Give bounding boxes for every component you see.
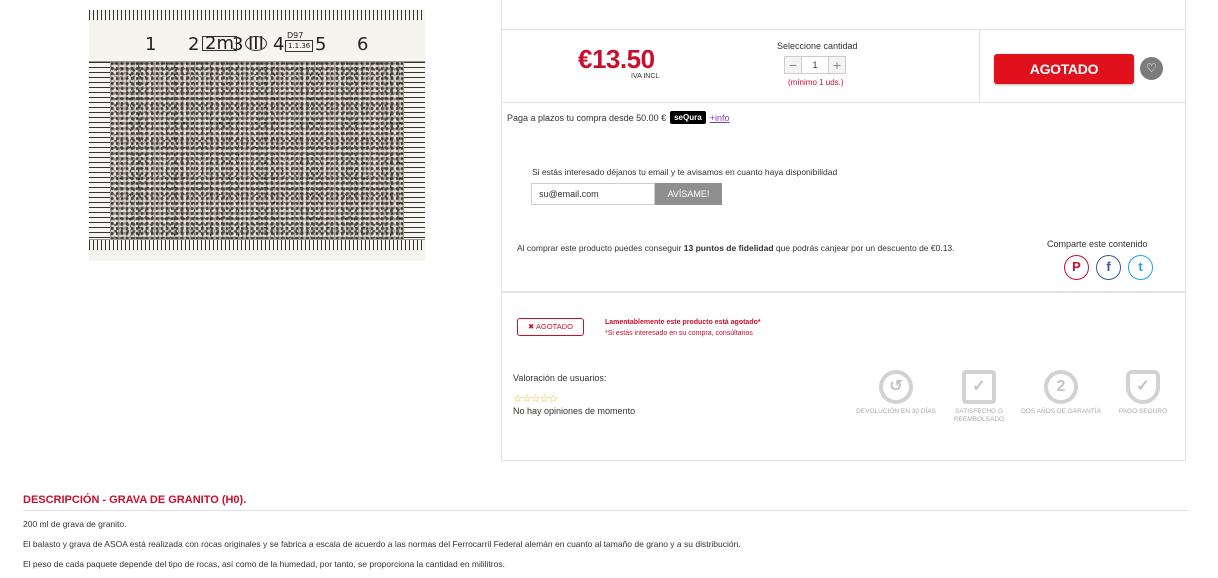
trust-label: PAGO SEGURO — [1118, 408, 1168, 415]
fidelity-prefix: Al comprar este producto puedes consegui… — [517, 243, 684, 253]
ruler-number: 6 — [357, 34, 369, 55]
notify-form: su@email.com AVÍSAME! — [531, 183, 722, 205]
close-icon: ✖ — [528, 322, 536, 331]
return-icon: ↺ — [879, 370, 913, 404]
ruler-number: 2 — [188, 34, 200, 55]
quantity-decrease-button[interactable]: − — [784, 56, 802, 74]
price-row: €13.50 IVA INCL Seleccione cantidad − 1 … — [502, 30, 1185, 103]
quantity-increase-button[interactable]: + — [828, 56, 846, 74]
description-divider — [23, 510, 1188, 511]
trust-refund: ✓ SATISFECHO O REEMBOLSADO — [939, 370, 1019, 424]
notify-text: Si estás interesado déjanos tu email y t… — [532, 167, 838, 177]
purchase-panel: €13.50 IVA INCL Seleccione cantidad − 1 … — [501, 0, 1186, 461]
ruler-mark: III — [245, 35, 267, 53]
sequra-logo: seQura — [670, 111, 706, 124]
stock-message-note: *Si estás interesado en su compra, consú… — [605, 330, 753, 337]
panel-top-strip — [502, 0, 1185, 30]
email-field[interactable]: su@email.com — [531, 183, 655, 205]
stock-message-title: Lamentablemente este producto está agota… — [605, 319, 761, 326]
quantity-minimum: (mínimo 1 uds.) — [788, 78, 844, 87]
share-icons: P f t — [1064, 255, 1153, 280]
description-paragraph: El peso de cada paquete depende del tipo… — [23, 559, 505, 569]
quantity-label: Seleccione cantidad — [777, 41, 858, 51]
trust-secure: ✓ PAGO SEGURO — [1103, 370, 1183, 416]
notify-button[interactable]: AVÍSAME! — [655, 183, 722, 205]
description-paragraph: 200 ml de grava de granito. — [23, 519, 127, 529]
trust-label: DEVOLUCIÓN EN 30 DÍAS — [856, 408, 936, 415]
tax-note: IVA INCL — [631, 73, 660, 80]
description-paragraph: El balasto y grava de ASOA está realizad… — [23, 539, 741, 549]
ruler-number: 4 — [273, 34, 285, 55]
installments-info-link[interactable]: +info — [710, 113, 730, 123]
ruler-left — [89, 62, 111, 239]
heart-icon[interactable]: ♡ — [1140, 57, 1163, 80]
quantity-input[interactable]: 1 — [802, 56, 828, 74]
trust-warranty: 2 DOS AÑOS DE GARANTÍA — [1021, 370, 1101, 416]
rating-label: Valoración de usuarios: — [513, 373, 607, 383]
pinterest-icon[interactable]: P — [1064, 255, 1089, 280]
description-title: DESCRIPCIÓN - GRAVA DE GRANITO (H0). — [23, 494, 247, 506]
twitter-icon[interactable]: t — [1128, 255, 1153, 280]
stock-badge: ✖ AGOTADO — [517, 318, 584, 336]
installments-text: Paga a plazos tu compra desde 50.00 € — [507, 112, 667, 123]
trust-return: ↺ DEVOLUCIÓN EN 30 DÍAS — [856, 370, 936, 416]
facebook-icon[interactable]: f — [1096, 255, 1121, 280]
out-of-stock-button[interactable]: AGOTADO — [994, 54, 1134, 84]
stock-badge-label: AGOTADO — [536, 322, 573, 331]
divider — [979, 30, 980, 103]
ruler-number: 5 — [315, 34, 327, 55]
ruler-right — [403, 62, 425, 239]
ruler-number: 1 — [145, 34, 157, 55]
trust-label: SATISFECHO O REEMBOLSADO — [953, 408, 1005, 423]
fidelity-points: 13 puntos de fidelidad — [683, 243, 774, 253]
share-label: Comparte este contenido — [1047, 239, 1148, 249]
ruler-bottom — [89, 239, 425, 261]
product-image[interactable]: 1 2 3 4 5 6 2m III D97 1.1.36 — [89, 10, 425, 261]
warranty-icon: 2 — [1044, 370, 1078, 404]
installments-info: Paga a plazos tu compra desde 50.00 € se… — [507, 111, 729, 124]
stock-message: Lamentablemente este producto está agota… — [605, 317, 761, 339]
ruler-mark: 2m — [202, 35, 237, 53]
secure-payment-icon: ✓ — [1126, 370, 1160, 404]
trust-label: DOS AÑOS DE GARANTÍA — [1021, 408, 1101, 415]
ruler-top: 1 2 3 4 5 6 2m III D97 1.1.36 — [89, 10, 425, 62]
quantity-stepper: − 1 + — [784, 56, 846, 74]
no-reviews-text: No hay opiniones de momento — [513, 406, 636, 416]
product-price: €13.50 — [578, 44, 655, 74]
gravel-sample — [111, 62, 403, 239]
refund-icon: ✓ — [962, 370, 996, 404]
fidelity-suffix: que podrás canjear por un descuento de €… — [773, 243, 955, 253]
ruler-mark: 1.1.36 — [285, 40, 314, 52]
rating-stars[interactable]: ☆☆☆☆☆ — [513, 392, 558, 405]
section-divider — [502, 291, 1185, 293]
fidelity-info: Al comprar este producto puedes consegui… — [517, 242, 967, 255]
